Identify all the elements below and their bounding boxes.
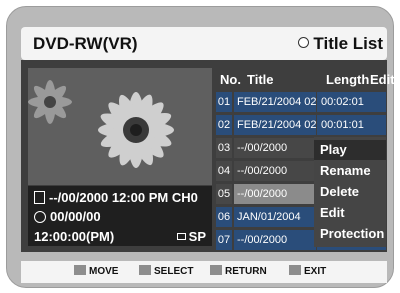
title-bar: DVD-RW(VR) Title List (21, 27, 387, 60)
button-guide: MOVE SELECT RETURN EXIT (21, 261, 387, 283)
row-number: 05 (216, 184, 232, 204)
title-list-panel: --/00/2000 12:00 PM CH0 00/00/00 12:00:0… (21, 60, 395, 252)
col-title: Title (247, 72, 274, 87)
row-number: 03 (216, 138, 232, 158)
menu-edit[interactable]: Edit (314, 203, 386, 223)
row-title: --/00/2000 (234, 161, 316, 181)
flower-image (28, 68, 212, 185)
title-row[interactable]: 02 FEB/21/2004 02 00:01:01 (216, 115, 387, 135)
clock-icon (34, 210, 46, 223)
circle-icon (298, 37, 310, 49)
record-mode: SP (176, 229, 206, 244)
disc-type: DVD-RW(VR) (33, 34, 138, 53)
enter-key-icon (139, 265, 151, 276)
col-no: No. (220, 72, 241, 87)
guide-move: MOVE (74, 265, 119, 277)
exit-key-icon (289, 265, 301, 276)
row-title: --/00/2000 (234, 184, 316, 204)
row-title: JAN/01/2004 (234, 207, 316, 227)
info-time: 12:00:00(PM) (34, 229, 115, 244)
menu-delete[interactable]: Delete (314, 182, 386, 202)
row-number: 01 (216, 92, 232, 112)
row-number: 04 (216, 161, 232, 181)
guide-exit-label: EXIT (304, 266, 327, 277)
guide-return-label: RETURN (225, 266, 267, 277)
menu-rename[interactable]: Rename (314, 161, 386, 181)
preview-thumbnail (28, 68, 212, 185)
row-number: 06 (216, 207, 232, 227)
context-menu: Play Rename Delete Edit Protection (314, 137, 386, 247)
row-length: 00:01:01 (317, 115, 386, 135)
row-title: FEB/21/2004 02 (234, 115, 316, 135)
guide-return: RETURN (210, 265, 267, 277)
info-date2-line: 00/00/00 (34, 209, 101, 224)
col-length: Length (326, 72, 370, 87)
lock-icon (176, 233, 186, 240)
row-title: --/00/2000 (234, 138, 316, 158)
recording-info: --/00/2000 12:00 PM CH0 00/00/00 12:00:0… (28, 186, 212, 246)
row-title: FEB/21/2004 02 (234, 92, 316, 112)
menu-play[interactable]: Play (314, 140, 386, 160)
row-number: 02 (216, 115, 232, 135)
info-date2: 00/00/00 (50, 209, 101, 224)
disc-icon (34, 191, 45, 205)
menu-protection[interactable]: Protection (314, 224, 386, 244)
row-length: 00:02:01 (317, 92, 386, 112)
view-title: Title List (298, 34, 383, 54)
row-number: 07 (216, 230, 232, 250)
row-title: --/00/2000 (234, 230, 316, 250)
guide-select: SELECT (139, 265, 194, 277)
arrow-keys-icon (74, 265, 86, 276)
return-key-icon (210, 265, 222, 276)
guide-exit: EXIT (289, 265, 327, 277)
guide-move-label: MOVE (89, 266, 119, 277)
info-date: --/00/2000 12:00 PM CH0 (49, 190, 198, 205)
record-mode-label: SP (188, 229, 206, 244)
col-edit: Edit (370, 72, 395, 87)
title-row[interactable]: 01 FEB/21/2004 02 00:02:01 (216, 92, 387, 112)
guide-select-label: SELECT (154, 266, 194, 277)
view-title-label: Title List (313, 34, 383, 53)
info-date-line: --/00/2000 12:00 PM CH0 (34, 190, 198, 205)
